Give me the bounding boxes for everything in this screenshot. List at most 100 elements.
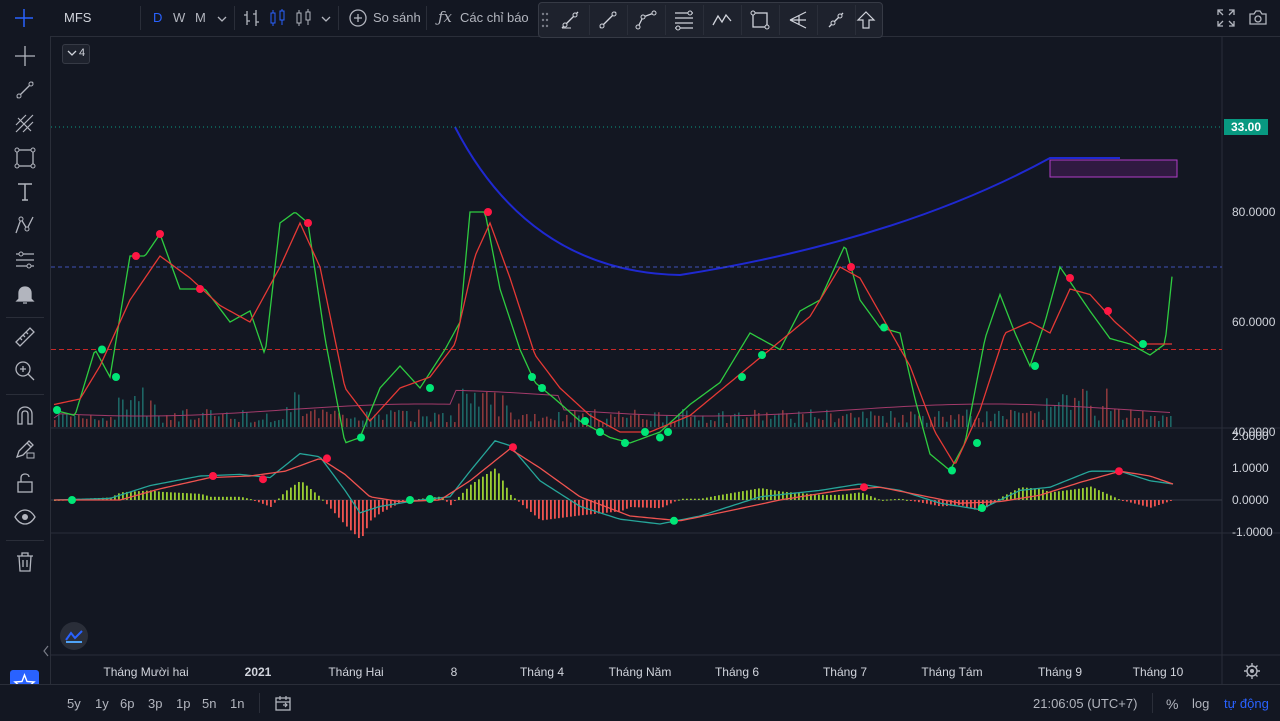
calendar-goto-icon[interactable] (274, 694, 292, 712)
chart-area[interactable]: 36.0034.0032.0030.0028.0026.0024.0022.00… (51, 37, 1280, 684)
gann-fib-icon[interactable] (10, 109, 40, 139)
volume-bar (122, 399, 124, 427)
auto-scale-toggle[interactable]: tự động (1224, 696, 1269, 711)
rectangle-tool-icon[interactable] (745, 5, 775, 35)
trash-icon[interactable] (10, 547, 40, 577)
ray-tool-icon[interactable] (821, 5, 851, 35)
indicators-button[interactable]: ƒx Các chỉ báo (436, 6, 532, 30)
range-1n[interactable]: 1n (230, 696, 244, 711)
volume-bar (710, 420, 712, 427)
macd-histogram-bar (510, 494, 512, 500)
oscillator-cross-dot (621, 439, 629, 447)
percent-toggle[interactable]: % (1166, 696, 1178, 712)
macd-histogram-bar (182, 492, 184, 500)
timeframe-d[interactable]: D (153, 10, 162, 25)
volume-bar (1098, 420, 1100, 427)
volume-bar (982, 422, 984, 427)
volume-bar (1054, 405, 1056, 427)
pitchfork-tool-icon[interactable] (783, 5, 813, 35)
zoom-in-icon[interactable] (10, 356, 40, 386)
log-toggle[interactable]: log (1192, 696, 1209, 711)
oscillator-d-line (53, 221, 1172, 465)
arrow-up-tool-icon[interactable] (851, 5, 881, 35)
oscillator-tick-label: 60.0000 (1232, 315, 1276, 329)
volume-bar (214, 416, 216, 427)
macd-histogram-bar (918, 500, 920, 503)
timeframe-w[interactable]: W (173, 10, 185, 25)
volume-bar (422, 416, 424, 427)
camera-icon[interactable] (1248, 8, 1268, 28)
macd-histogram-bar (1098, 490, 1100, 500)
bell-alert-icon[interactable] (10, 279, 40, 309)
macd-histogram-bar (894, 499, 896, 501)
ruler-icon[interactable] (10, 322, 40, 352)
volume-bar (438, 414, 440, 427)
chevron-down-icon[interactable] (216, 12, 228, 24)
magnet-icon[interactable] (10, 400, 40, 430)
hollow-candles-icon[interactable] (294, 8, 314, 28)
oscillator-cross-dot (847, 263, 855, 271)
volume-bar (238, 421, 240, 427)
crosshair-icon[interactable] (14, 8, 34, 28)
compare-button[interactable]: So sánh (346, 6, 422, 30)
chevron-down-icon[interactable] (320, 12, 332, 24)
legend-toggle[interactable]: 4 (62, 44, 90, 64)
text-tool-icon[interactable] (10, 177, 40, 207)
divider (6, 317, 44, 318)
trend-line-icon[interactable] (10, 75, 40, 105)
unlock-icon[interactable] (10, 468, 40, 498)
macd-histogram-bar (350, 500, 352, 531)
macd-histogram-bar (806, 493, 808, 500)
range-1p[interactable]: 1p (176, 696, 190, 711)
volume-bar (66, 413, 68, 427)
range-5n[interactable]: 5n (202, 696, 216, 711)
collapse-arrow-icon[interactable] (42, 644, 50, 658)
macd-histogram-bar (738, 491, 740, 500)
macd-histogram-bar (526, 500, 528, 509)
eye-icon[interactable] (10, 502, 40, 532)
volume-bar (794, 422, 796, 427)
volume-bar (114, 419, 116, 427)
fib-retracement-tool-icon[interactable] (669, 5, 699, 35)
macd-histogram-bar (814, 494, 816, 500)
volume-bar (510, 412, 512, 427)
clock[interactable]: 21:06:05 (UTC+7) (1033, 696, 1137, 711)
cursor-crosshair-icon[interactable] (10, 41, 40, 71)
volume-bar (178, 421, 180, 427)
shapes-icon[interactable] (10, 143, 40, 173)
volume-bar (262, 419, 264, 427)
lock-pencil-icon[interactable] (10, 434, 40, 464)
drag-handle-icon[interactable] (541, 11, 549, 29)
patterns-icon[interactable] (10, 211, 40, 241)
range-6p[interactable]: 6p (120, 696, 134, 711)
trend-angle-tool-icon[interactable] (555, 5, 585, 35)
range-5y[interactable]: 5y (67, 696, 81, 711)
indicators-label: Các chỉ báo (460, 10, 529, 25)
macd-histogram-bar (926, 500, 928, 504)
volume-bar (1042, 419, 1044, 427)
bar-chart-icon[interactable] (242, 8, 262, 28)
polyline-tool-icon[interactable] (631, 5, 661, 35)
settings-gear-icon[interactable] (1244, 663, 1260, 679)
symbol-label[interactable]: MFS (64, 10, 91, 25)
range-1y[interactable]: 1y (95, 696, 109, 711)
timeframe-m[interactable]: M (195, 10, 206, 25)
macd-histogram-bar (138, 491, 140, 500)
prediction-icon[interactable] (10, 245, 40, 275)
volume-bar (566, 414, 568, 427)
candles-icon[interactable] (268, 8, 288, 28)
trend-line-tool-icon[interactable] (593, 5, 623, 35)
macd-histogram-bar (906, 499, 908, 501)
macd-histogram-bar (570, 500, 572, 517)
pattern-tool-icon[interactable] (707, 5, 737, 35)
volume-bar (818, 418, 820, 427)
volume-bar (302, 416, 304, 427)
macd-histogram-bar (518, 500, 520, 502)
macd-cross-dot (406, 496, 414, 504)
macd-histogram-bar (598, 500, 600, 514)
fullscreen-icon[interactable] (1216, 8, 1236, 28)
range-3p[interactable]: 3p (148, 696, 162, 711)
macd-histogram-bar (838, 494, 840, 500)
volume-bar (490, 404, 492, 427)
volume-bar (278, 420, 280, 427)
